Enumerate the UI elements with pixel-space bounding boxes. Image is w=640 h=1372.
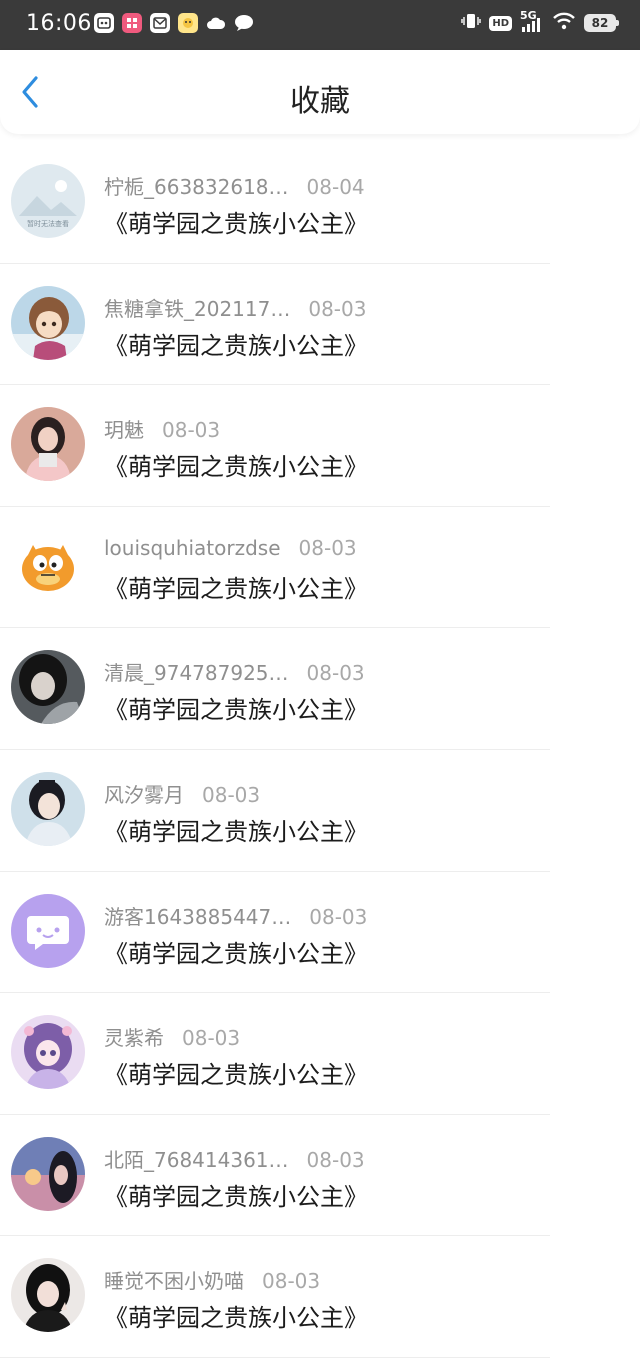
- username[interactable]: 焦糖拿铁_202117…: [104, 297, 290, 321]
- date-label: 08-03: [309, 904, 368, 929]
- list-item[interactable]: 清晨_974787925… 08-03 《萌学园之贵族小公主》: [0, 628, 640, 750]
- item-meta: louisquhiatorzdse 08-03: [104, 536, 357, 560]
- header-bar: 收藏: [0, 50, 640, 134]
- username[interactable]: 北陌_768414361…: [104, 1148, 289, 1172]
- list-item[interactable]: louisquhiatorzdse 08-03 《萌学园之贵族小公主》: [0, 507, 640, 629]
- avatar[interactable]: [11, 407, 85, 482]
- book-title[interactable]: 《萌学园之贵族小公主》: [104, 934, 368, 969]
- list-item[interactable]: 风汐雾月 08-03 《萌学园之贵族小公主》: [0, 750, 640, 872]
- avatar[interactable]: [11, 650, 85, 725]
- battery-indicator: 82: [584, 14, 619, 32]
- app-notification-icon: [122, 13, 142, 33]
- date-label: 08-04: [306, 175, 365, 199]
- item-meta: 游客1643885447… 08-03: [104, 901, 367, 930]
- chat-bubble-icon: [234, 13, 254, 33]
- page-title: 收藏: [290, 84, 350, 119]
- hd-badge: HD: [489, 15, 512, 31]
- avatar[interactable]: [11, 893, 85, 968]
- list-item[interactable]: 睡觉不困小奶喵 08-03 《萌学园之贵族小公主》: [0, 1236, 640, 1358]
- username[interactable]: 柠栀_663832618…: [104, 175, 289, 199]
- item-meta: 清晨_974787925… 08-03: [104, 657, 365, 686]
- list-item[interactable]: 游客1643885447… 08-03 《萌学园之贵族小公主》: [0, 872, 640, 994]
- signal-icon: 5G: [520, 9, 544, 33]
- username[interactable]: 风汐雾月: [104, 783, 184, 807]
- avatar[interactable]: [11, 771, 85, 846]
- book-title[interactable]: 《萌学园之贵族小公主》: [104, 204, 368, 239]
- book-title[interactable]: 《萌学园之贵族小公主》: [104, 1177, 368, 1212]
- book-title[interactable]: 《萌学园之贵族小公主》: [104, 1298, 368, 1333]
- app-notification-icon: [94, 13, 114, 33]
- wifi-icon: [552, 12, 576, 34]
- date-label: 08-03: [182, 1026, 241, 1051]
- avatar[interactable]: 暂时无法查看: [11, 164, 85, 238]
- app-notification-icon: [178, 13, 198, 33]
- avatar[interactable]: [11, 1136, 85, 1211]
- item-meta: 北陌_768414361… 08-03: [104, 1144, 365, 1173]
- book-title[interactable]: 《萌学园之贵族小公主》: [104, 690, 368, 725]
- network-type-label: 5G: [520, 9, 537, 22]
- username[interactable]: 玥魅: [104, 418, 144, 442]
- item-meta: 焦糖拿铁_202117… 08-03: [104, 293, 366, 322]
- username[interactable]: 灵紫希: [104, 1026, 164, 1050]
- status-time: 16:06: [26, 11, 92, 36]
- avatar[interactable]: [11, 285, 85, 360]
- cloud-icon: [206, 13, 226, 33]
- date-label: 08-03: [262, 1269, 321, 1294]
- item-meta: 柠栀_663832618… 08-04: [104, 171, 365, 200]
- avatar[interactable]: [11, 528, 85, 603]
- list-item[interactable]: 灵紫希 08-03 《萌学园之贵族小公主》: [0, 993, 640, 1115]
- date-label: 08-03: [298, 535, 357, 560]
- status-bar: 16:06 HD 5G 82: [0, 0, 640, 50]
- list-item[interactable]: 暂时无法查看 柠栀_663832618… 08-04 《萌学园之贵族小公主》: [0, 142, 640, 264]
- svg-text:暂时无法查看: 暂时无法查看: [27, 219, 69, 228]
- date-label: 08-03: [308, 296, 367, 321]
- book-title[interactable]: 《萌学园之贵族小公主》: [104, 569, 368, 604]
- divider: [0, 1356, 550, 1358]
- item-meta: 睡觉不困小奶喵 08-03: [104, 1265, 320, 1294]
- list-item[interactable]: 北陌_768414361… 08-03 《萌学园之贵族小公主》: [0, 1115, 640, 1237]
- avatar[interactable]: [11, 1258, 85, 1333]
- vibrate-icon: [461, 12, 482, 34]
- username[interactable]: 游客1643885447…: [104, 905, 291, 929]
- list-item[interactable]: 玥魅 08-03 《萌学园之贵族小公主》: [0, 385, 640, 507]
- mail-icon: [150, 13, 170, 33]
- system-status-icons: HD 5G 82: [461, 9, 619, 34]
- date-label: 08-03: [306, 1147, 365, 1172]
- username[interactable]: louisquhiatorzdse: [104, 536, 281, 560]
- favorites-list: 暂时无法查看 柠栀_663832618… 08-04 《萌学园之贵族小公主》 焦糖…: [0, 142, 640, 1358]
- username[interactable]: 睡觉不困小奶喵: [104, 1269, 244, 1293]
- date-label: 08-03: [306, 661, 365, 686]
- date-label: 08-03: [162, 418, 221, 443]
- book-title[interactable]: 《萌学园之贵族小公主》: [104, 326, 368, 361]
- list-item[interactable]: 焦糖拿铁_202117… 08-03 《萌学园之贵族小公主》: [0, 264, 640, 386]
- item-meta: 灵紫希 08-03: [104, 1022, 240, 1051]
- book-title[interactable]: 《萌学园之贵族小公主》: [104, 1055, 368, 1090]
- item-meta: 玥魅 08-03: [104, 414, 220, 443]
- avatar[interactable]: [11, 1015, 85, 1090]
- book-title[interactable]: 《萌学园之贵族小公主》: [104, 447, 368, 482]
- username[interactable]: 清晨_974787925…: [104, 661, 289, 685]
- book-title[interactable]: 《萌学园之贵族小公主》: [104, 812, 368, 847]
- item-meta: 风汐雾月 08-03: [104, 779, 260, 808]
- notification-icons: [94, 13, 254, 33]
- date-label: 08-03: [202, 782, 261, 807]
